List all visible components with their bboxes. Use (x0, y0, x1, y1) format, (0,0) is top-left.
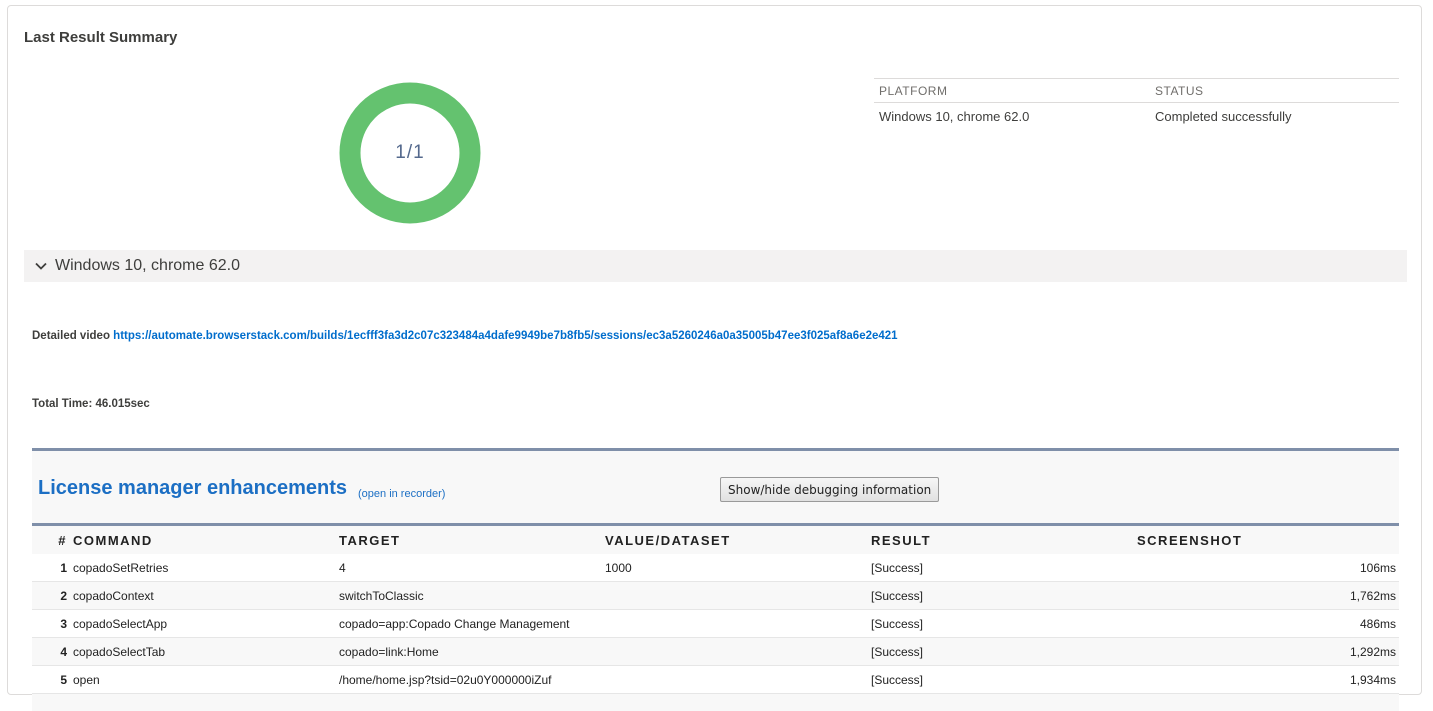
row-target: /home/home.jsp?tsid=02u0Y000000iZuf (339, 665, 605, 694)
table-row: 5 open /home/home.jsp?tsid=02u0Y000000iZ… (32, 665, 1399, 694)
row-result: [Success] (871, 609, 1137, 638)
summary-table: PLATFORM STATUS Windows 10, chrome 62.0 … (874, 78, 1399, 130)
row-num: 4 (32, 637, 73, 666)
status-value: Completed successfully (1155, 109, 1292, 124)
row-time: 1,762ms (1137, 581, 1399, 610)
suite-title: License manager enhancements (38, 477, 348, 499)
table-row: 2 copadoContext switchToClassic [Success… (32, 581, 1399, 610)
row-num: 2 (32, 581, 73, 610)
platform-value: Windows 10, chrome 62.0 (879, 109, 1030, 124)
row-time: 1,934ms (1137, 665, 1399, 694)
platform-header: PLATFORM (874, 78, 1150, 103)
row-num: 1 (32, 554, 73, 582)
chevron-down-icon (35, 262, 47, 270)
row-value (605, 665, 871, 694)
platform-section-toggle[interactable]: Windows 10, chrome 62.0 (24, 250, 1407, 282)
row-target: copado=app:Copado Change Management (339, 609, 605, 638)
row-value (605, 609, 871, 638)
test-suite-panel: License manager enhancements (open in re… (32, 448, 1399, 711)
row-command: copadoSelectApp (73, 609, 339, 638)
col-result: RESULT (871, 533, 932, 548)
row-command: open (73, 665, 339, 694)
row-target: copado=link:Home (339, 637, 605, 666)
row-result: [Success] (871, 665, 1137, 694)
total-time: Total Time: 46.015sec (32, 398, 150, 410)
status-header: STATUS (1150, 78, 1399, 103)
section-label: Windows 10, chrome 62.0 (55, 257, 240, 274)
last-result-summary-card: Last Result Summary 1/1 PLATFORM STATUS … (7, 5, 1422, 711)
row-value (605, 581, 871, 610)
row-num: 3 (32, 609, 73, 638)
table-row: 3 copadoSelectApp copado=app:Copado Chan… (32, 609, 1399, 638)
row-time: 1,292ms (1137, 637, 1399, 666)
row-num: 5 (32, 665, 73, 694)
row-time: 106ms (1137, 554, 1399, 582)
detailed-video-line: Detailed video https://automate.browsers… (32, 330, 898, 342)
row-time: 486ms (1137, 609, 1399, 638)
suite-header: License manager enhancements (open in re… (32, 451, 1399, 526)
table-row: 4 copadoSelectTab copado=link:Home [Succ… (32, 637, 1399, 666)
row-command: copadoSelectTab (73, 637, 339, 666)
row-result: [Success] (871, 581, 1137, 610)
donut-label: 1/1 (395, 142, 425, 163)
col-screenshot: SCREENSHOT (1137, 533, 1243, 548)
row-value (605, 637, 871, 666)
col-num: # (58, 533, 67, 548)
commands-table: # COMMAND TARGET VALUE/DATASET RESULT SC… (32, 526, 1399, 694)
col-target: TARGET (339, 533, 401, 548)
card-title: Last Result Summary (24, 29, 178, 46)
row-result: [Success] (871, 554, 1137, 582)
toggle-debug-button[interactable]: Show/hide debugging information (720, 477, 940, 502)
detailed-video-link[interactable]: https://automate.browserstack.com/builds… (113, 330, 897, 342)
open-in-recorder-link[interactable]: (open in recorder) (358, 488, 445, 500)
row-value: 1000 (605, 554, 871, 582)
col-command: COMMAND (73, 533, 153, 548)
row-command: copadoContext (73, 581, 339, 610)
row-command: copadoSetRetries (73, 554, 339, 582)
col-value: VALUE/DATASET (605, 533, 731, 548)
commands-header-row: # COMMAND TARGET VALUE/DATASET RESULT SC… (32, 526, 1399, 554)
row-target: 4 (339, 554, 605, 582)
table-row: 1 copadoSetRetries 4 1000 [Success] 106m… (32, 554, 1399, 582)
row-result: [Success] (871, 637, 1137, 666)
detailed-video-label: Detailed video (32, 330, 110, 342)
row-target: switchToClassic (339, 581, 605, 610)
summary-row: Windows 10, chrome 62.0 Completed succes… (874, 103, 1399, 131)
